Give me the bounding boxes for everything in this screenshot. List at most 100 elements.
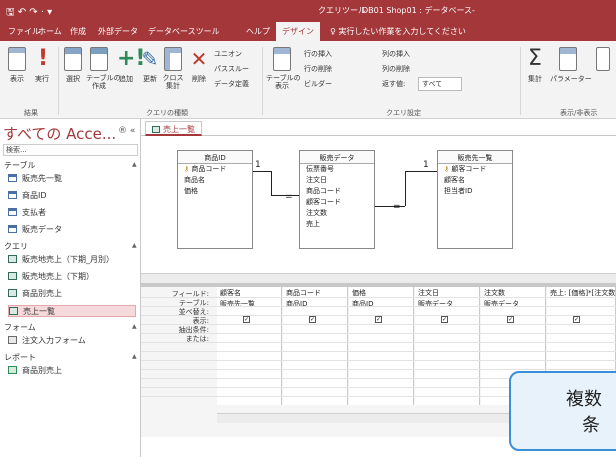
nav-category-tables[interactable]: テーブル <box>4 160 36 171</box>
grid-table-cell[interactable]: 販売データ <box>481 298 545 309</box>
relationship-line[interactable] <box>271 171 272 195</box>
tab-design[interactable]: デザイン <box>276 22 320 41</box>
show-checkbox[interactable]: ✓ <box>243 316 250 323</box>
grid-line <box>141 297 616 298</box>
table-box[interactable]: 販売データ 伝票番号 注文日 商品コード 顧客コード 注文数 売上 <box>299 150 375 249</box>
table-field[interactable]: 顧客コード <box>300 197 374 208</box>
group-query-type-label: クエリの種類 <box>146 109 188 117</box>
one-side-marker-icon: 1 <box>255 160 261 170</box>
crosstab-button[interactable]: クロス 集計 <box>162 47 184 90</box>
nav-query-item[interactable]: 販売地売上（下期_月別） <box>8 254 136 266</box>
nav-collapse-button[interactable]: ® « <box>118 126 135 136</box>
run-button[interactable]: ! 実行 <box>30 47 54 84</box>
table-field[interactable]: 顧客名 <box>438 175 512 186</box>
relationship-line[interactable] <box>405 171 406 206</box>
document-tab-bar: 売上一覧 <box>141 119 616 136</box>
table-field[interactable]: ⚷ 商品コード <box>178 164 252 175</box>
union-button[interactable]: ユニオン <box>214 49 242 59</box>
show-table-button[interactable]: テーブルの 表示 <box>266 47 301 90</box>
key-icon: ⚷ <box>184 165 190 173</box>
tab-home[interactable]: ホーム <box>38 26 62 37</box>
pass-through-button[interactable]: パススルー <box>214 64 249 74</box>
tab-query-design[interactable]: 売上一覧 <box>145 121 202 136</box>
grid-line <box>141 342 616 343</box>
make-table-button[interactable]: テーブルの 作成 <box>86 47 121 90</box>
nav-report-item[interactable]: 商品別売上 <box>8 365 136 377</box>
relationship-line[interactable] <box>253 171 271 172</box>
tab-create[interactable]: 作成 <box>70 26 86 37</box>
update-button[interactable]: ✎ 更新 <box>140 47 160 84</box>
nav-header[interactable]: すべての Acce... <box>3 123 116 144</box>
delete-columns-button[interactable]: 列の削除 <box>382 64 410 74</box>
diagram-horizontal-scrollbar[interactable] <box>141 273 616 283</box>
view-button[interactable]: 表示 <box>4 47 30 84</box>
nav-table-item[interactable]: 販売先一覧 <box>8 173 136 185</box>
table-field[interactable]: 担当者ID <box>438 186 512 197</box>
parameters-button[interactable]: パラメーター <box>550 47 592 84</box>
nav-form-item[interactable]: 注文入力フォーム <box>8 335 136 347</box>
delete-rows-button[interactable]: 行の削除 <box>304 64 332 74</box>
show-checkbox[interactable]: ✓ <box>507 316 514 323</box>
data-definition-button[interactable]: データ定義 <box>214 79 249 89</box>
show-table-icon <box>273 47 291 71</box>
table-title[interactable]: 販売データ <box>300 151 374 164</box>
property-sheet-icon <box>596 47 610 71</box>
chevron-up-icon[interactable]: ▲ <box>132 242 137 249</box>
tab-file[interactable]: ファイル <box>8 26 40 37</box>
nav-table-item[interactable]: 販売データ <box>8 224 136 236</box>
append-button[interactable]: +! 追加 <box>116 47 145 84</box>
chevron-up-icon[interactable]: ▲ <box>132 161 137 168</box>
table-box[interactable]: 商品ID ⚷ 商品コード 商品名 価格 <box>177 150 253 249</box>
table-field[interactable]: 売上 <box>300 219 374 230</box>
table-field[interactable]: ⚷ 顧客コード <box>438 164 512 175</box>
return-dropdown[interactable]: すべて <box>418 77 462 91</box>
nav-table-item[interactable]: 支払者 <box>8 207 136 219</box>
insert-rows-button[interactable]: 行の挿入 <box>304 49 332 59</box>
nav-search-input[interactable]: 検索... <box>3 144 138 156</box>
show-checkbox[interactable]: ✓ <box>375 316 382 323</box>
grid-table-cell[interactable]: 商品ID <box>349 298 413 309</box>
table-field[interactable]: 価格 <box>178 186 252 197</box>
table-title[interactable]: 商品ID <box>178 151 252 164</box>
nav-category-reports[interactable]: レポート <box>4 352 36 363</box>
nav-query-item[interactable]: 販売地売上（下期） <box>8 271 136 283</box>
grid-table-cell[interactable] <box>547 298 615 309</box>
insert-columns-button[interactable]: 列の挿入 <box>382 49 410 59</box>
relationship-line[interactable] <box>405 171 437 172</box>
parameters-icon <box>559 47 577 71</box>
table-box[interactable]: 販売先一覧 ⚷ 顧客コード 顧客名 担当者ID <box>437 150 513 249</box>
table-field[interactable]: 商品名 <box>178 175 252 186</box>
grid-table-cell[interactable]: 販売先一覧 <box>217 298 281 309</box>
grid-table-cell[interactable]: 商品ID <box>283 298 347 309</box>
tell-me-search[interactable]: ♀ 実行したい作業を入力してください <box>330 26 466 37</box>
report-icon <box>8 366 17 374</box>
table-field[interactable]: 伝票番号 <box>300 164 374 175</box>
nav-table-item[interactable]: 商品ID <box>8 190 136 202</box>
show-checkbox[interactable]: ✓ <box>573 316 580 323</box>
show-checkbox[interactable]: ✓ <box>441 316 448 323</box>
table-field[interactable]: 商品コード <box>300 186 374 197</box>
chevron-up-icon[interactable]: ▲ <box>132 353 137 360</box>
select-query-button[interactable]: 選択 <box>62 47 84 84</box>
nav-query-item-selected[interactable]: 売上一覧 <box>8 305 136 317</box>
tab-help[interactable]: ヘルプ <box>246 26 270 37</box>
nav-query-item[interactable]: 商品別売上 <box>8 288 136 300</box>
tab-external-data[interactable]: 外部データ <box>98 26 138 37</box>
builder-button[interactable]: ビルダー <box>304 79 332 89</box>
nav-category-forms[interactable]: フォーム <box>4 322 36 333</box>
table-title[interactable]: 販売先一覧 <box>438 151 512 164</box>
table-field[interactable]: 注文日 <box>300 175 374 186</box>
nav-category-queries[interactable]: クエリ <box>4 241 28 252</box>
grid-table-cell[interactable]: 販売データ <box>415 298 479 309</box>
tab-database-tools[interactable]: データベースツール <box>148 26 220 37</box>
property-sheet-button[interactable] <box>594 47 612 74</box>
table-field[interactable]: 注文数 <box>300 208 374 219</box>
totals-button[interactable]: Σ 集計 <box>524 47 546 84</box>
datasheet-view-icon <box>8 47 26 71</box>
grid-line <box>141 324 616 325</box>
table-icon <box>8 225 17 233</box>
delete-query-button[interactable]: ✕ 削除 <box>188 47 210 84</box>
quick-access-toolbar[interactable]: 🖫 ↶ ↷ · ▾ <box>6 5 52 22</box>
show-checkbox[interactable]: ✓ <box>309 316 316 323</box>
chevron-up-icon[interactable]: ▲ <box>132 323 137 330</box>
